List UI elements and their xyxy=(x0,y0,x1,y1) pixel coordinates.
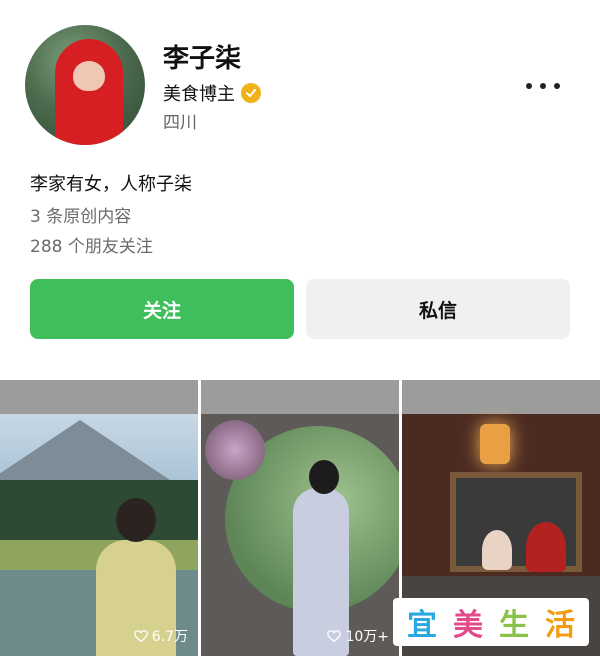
like-count-label: 6.7万 xyxy=(151,629,188,645)
like-count: 6.7万 xyxy=(133,626,188,646)
head xyxy=(116,498,156,542)
thumbnail-topbar xyxy=(402,380,600,414)
profile-name: 李子柒 xyxy=(163,44,242,74)
watermark-char: 宜 xyxy=(407,608,437,643)
thumbnail-topbar xyxy=(0,380,198,414)
follow-button[interactable]: 关注 xyxy=(30,279,294,339)
post-thumbnail[interactable]: 6.7万 xyxy=(0,380,198,656)
role-row: 美食博主 xyxy=(163,80,261,106)
friends-stat[interactable]: 288 个朋友关注 xyxy=(30,232,153,257)
dot xyxy=(526,83,532,89)
watermark-char: 活 xyxy=(545,608,575,643)
forest xyxy=(0,480,198,540)
dot xyxy=(554,83,560,89)
heart-icon xyxy=(327,630,342,643)
watermark-char: 生 xyxy=(499,608,529,643)
avatar[interactable] xyxy=(25,25,145,145)
profile-bio: 李家有女，人称子柒 xyxy=(30,174,192,195)
blossom xyxy=(205,420,265,480)
figure xyxy=(482,530,512,570)
dot xyxy=(540,83,546,89)
more-dots-icon[interactable] xyxy=(526,76,560,96)
thumbnail-topbar xyxy=(201,380,399,414)
watermark-logo: 宜 美 生 活 xyxy=(393,598,589,646)
like-count-label: 10万+ xyxy=(345,629,389,645)
watermark-char: 美 xyxy=(453,608,483,643)
like-count: 10万+ xyxy=(327,626,389,646)
lantern xyxy=(480,424,510,464)
avatar-face xyxy=(73,61,105,91)
head xyxy=(309,460,339,494)
post-thumbnail[interactable]: 10万+ xyxy=(201,380,399,656)
profile-location: 四川 xyxy=(163,113,197,133)
figure-red xyxy=(526,522,566,572)
profile-role: 美食博主 xyxy=(163,84,235,105)
avatar-hood xyxy=(55,39,123,145)
message-button[interactable]: 私信 xyxy=(306,279,570,339)
mountain xyxy=(0,420,170,480)
heart-icon xyxy=(133,630,148,643)
verified-badge-icon xyxy=(241,83,261,103)
posts-stat[interactable]: 3 条原创内容 xyxy=(30,202,131,227)
